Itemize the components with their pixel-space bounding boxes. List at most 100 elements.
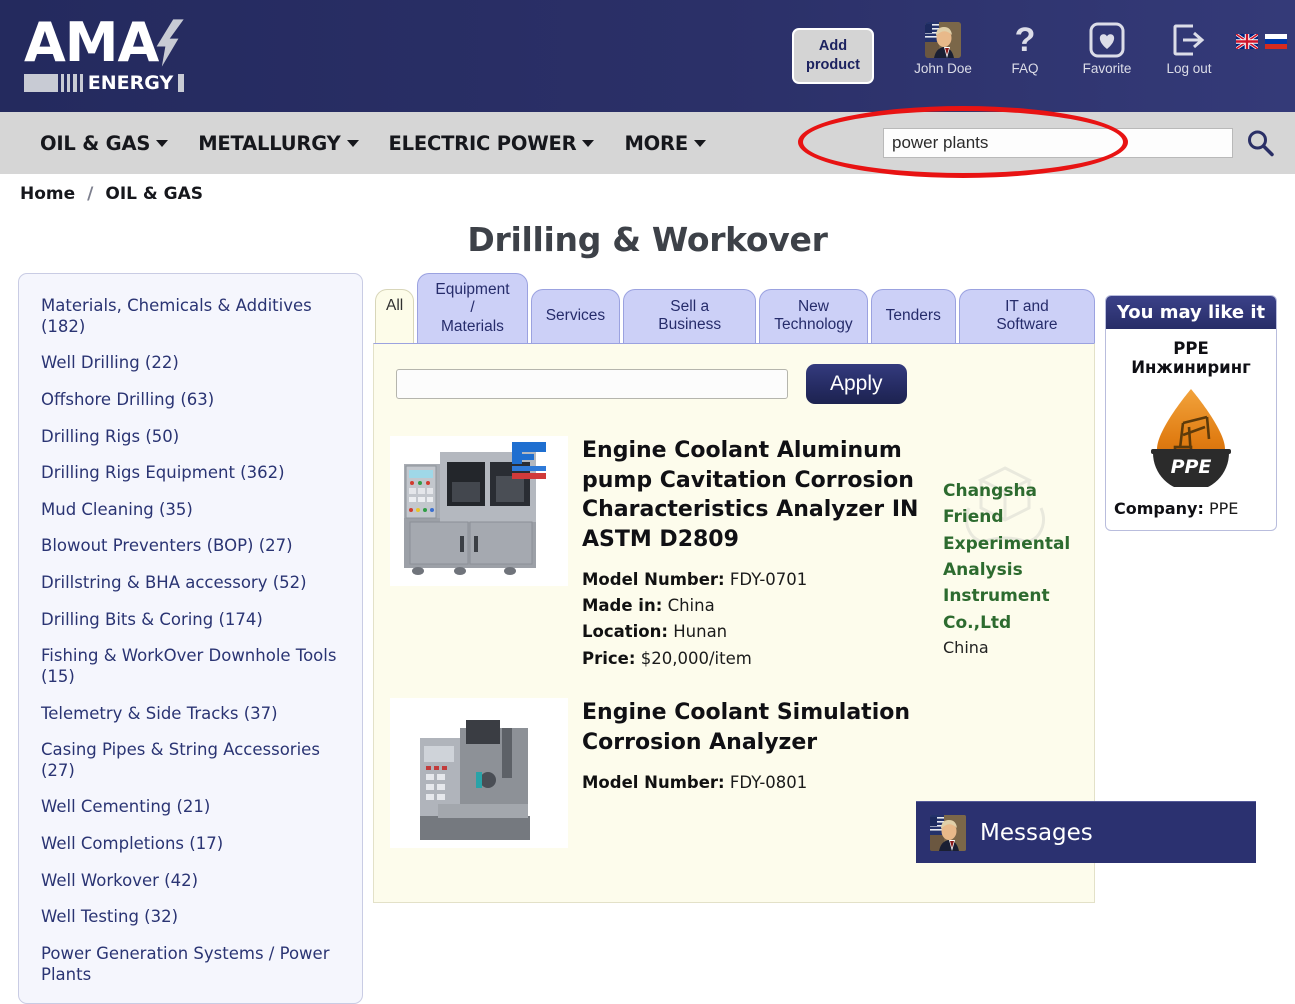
nav-items: OIL & GAS METALLURGY ELECTRIC POWER MORE: [40, 132, 706, 155]
search-area: [883, 128, 1275, 158]
nav-item-electric-power[interactable]: ELECTRIC POWER: [389, 132, 595, 155]
tab-sell-a-business[interactable]: Sell a Business: [623, 288, 757, 343]
product-attr-label: Made in:: [582, 595, 663, 615]
logo-energy-row: ENERGY: [24, 72, 184, 94]
sidebar-item-14[interactable]: Well Workover (42): [19, 863, 362, 900]
messages-popup[interactable]: Messages: [916, 801, 1256, 863]
product-title[interactable]: Engine Coolant Simulation Corrosion Anal…: [582, 698, 933, 757]
you-may-like-title: You may like it: [1106, 296, 1276, 329]
tab-new-technology[interactable]: New Technology: [759, 288, 868, 343]
site-logo[interactable]: AMA ENERGY: [24, 11, 184, 94]
uk-flag-icon[interactable]: [1236, 34, 1258, 49]
product-attr-row: Model Number: FDY-0801: [582, 770, 933, 796]
header-item-logout[interactable]: Log out: [1148, 22, 1230, 76]
product-attributes: Model Number: FDY-0701 Made in: China Loca…: [582, 567, 933, 673]
header-actions: Add product John Doe ? FAQ Favorite Log …: [792, 22, 1287, 84]
product-attr-value: FDY-0801: [729, 772, 808, 792]
nav-item-more[interactable]: MORE: [624, 132, 706, 155]
question-mark-icon: ?: [1014, 21, 1036, 59]
chevron-down-icon: [694, 139, 706, 147]
product-attr-row: Made in: China: [582, 593, 933, 619]
tab-services[interactable]: Services: [530, 288, 621, 343]
user-avatar: [925, 22, 961, 58]
company-value: PPE: [1208, 499, 1239, 518]
sidebar-item-13[interactable]: Well Completions (17): [19, 826, 362, 863]
product-attr-row: Model Number: FDY-0701: [582, 567, 933, 593]
page-body: Materials, Chemicals & Additives (182) We…: [0, 273, 1295, 1004]
product-attr-label: Price:: [582, 648, 636, 668]
header-item-user[interactable]: John Doe: [902, 22, 984, 76]
sidebar-item-6[interactable]: Blowout Preventers (BOP) (27): [19, 528, 362, 565]
header-item-faq[interactable]: ? FAQ: [984, 22, 1066, 76]
header-item-logout-label: Log out: [1166, 61, 1212, 76]
tab-tenders[interactable]: Tenders: [870, 288, 956, 343]
sidebar-item-10[interactable]: Telemetry & Side Tracks (37): [19, 696, 362, 733]
russia-flag-icon[interactable]: [1265, 34, 1287, 49]
breadcrumb-current[interactable]: OIL & GAS: [105, 184, 203, 204]
product-attr-value: China: [667, 595, 715, 615]
nav-item-metallurgy[interactable]: METALLURGY: [198, 131, 359, 155]
product-title[interactable]: Engine Coolant Aluminum pump Cavitation …: [582, 436, 933, 555]
sidebar-item-1[interactable]: Well Drilling (22): [19, 345, 362, 382]
sidebar-item-12[interactable]: Well Cementing (21): [19, 789, 362, 826]
ppe-logo-icon[interactable]: PPE: [1139, 383, 1243, 487]
chevron-down-icon: [582, 139, 595, 147]
product-attr-label: Model Number:: [582, 772, 725, 792]
sidebar-item-11[interactable]: Casing Pipes & String Accessories (27): [19, 732, 362, 789]
product-attributes: Model Number: FDY-0801: [582, 770, 933, 796]
product-attr-value: FDY-0701: [729, 569, 808, 589]
product-seller-country: China: [943, 637, 989, 657]
logo-sub-text: ENERGY: [87, 72, 174, 94]
messages-label: Messages: [980, 819, 1093, 846]
recommended-company-name[interactable]: PPE Инжиниринг: [1114, 339, 1268, 377]
product-seller-name[interactable]: Changsha Friend Experimental Analysis In…: [943, 478, 1078, 636]
product-attr-row: Location: Hunan: [582, 619, 933, 645]
logout-arrow-icon: [1173, 24, 1205, 56]
nav-item-oil-gas[interactable]: OIL & GAS: [40, 131, 169, 155]
header-item-favorite[interactable]: Favorite: [1066, 22, 1148, 76]
product-attr-value: Hunan: [673, 622, 728, 642]
product-seller: Changsha Friend Experimental Analysis In…: [943, 436, 1078, 672]
filter-row: Apply: [388, 363, 1080, 404]
page-title: Drilling & Workover: [467, 220, 828, 259]
header-item-faq-label: FAQ: [1011, 61, 1039, 76]
tab-equipment-materials[interactable]: Equipment / Materials: [417, 273, 528, 343]
sidebar-item-15[interactable]: Well Testing (32): [19, 899, 362, 936]
product-attr-label: Location:: [582, 622, 668, 642]
logo-main-text: AMA: [24, 11, 159, 74]
apply-button[interactable]: Apply: [806, 363, 907, 404]
product-image[interactable]: [390, 435, 568, 586]
product-attr-value: $20,000/item: [640, 648, 752, 668]
header-item-favorite-label: Favorite: [1082, 61, 1132, 76]
sidebar-item-0[interactable]: Materials, Chemicals & Additives (182): [19, 288, 362, 345]
product-attr-label: Model Number:: [582, 569, 725, 589]
chevron-down-icon: [346, 139, 359, 147]
sidebar-item-9[interactable]: Fishing & WorkOver Downhole Tools (15): [19, 638, 362, 695]
tab-all[interactable]: All: [375, 288, 415, 343]
nav-item-oil-gas-label: OIL & GAS: [40, 131, 151, 155]
filter-input[interactable]: [396, 368, 788, 399]
ppe-logo-text: PPE: [1171, 456, 1212, 478]
sidebar-item-5[interactable]: Mud Cleaning (35): [19, 492, 362, 529]
product-image[interactable]: [390, 698, 568, 849]
sidebar-item-2[interactable]: Offshore Drilling (63): [19, 382, 362, 419]
header-item-user-label: John Doe: [914, 61, 972, 76]
add-product-button[interactable]: Add product: [792, 28, 874, 84]
sidebar-item-16[interactable]: Power Generation Systems / Power Plants: [19, 936, 362, 993]
breadcrumb-separator: /: [87, 184, 94, 204]
chevron-down-icon: [156, 139, 169, 147]
search-input[interactable]: [883, 128, 1233, 158]
heart-icon: [1089, 22, 1125, 58]
nav-item-electric-power-label: ELECTRIC POWER: [388, 131, 577, 155]
product-card: Engine Coolant Aluminum pump Cavitation …: [388, 426, 1080, 688]
sidebar-item-8[interactable]: Drilling Bits & Coring (174): [19, 602, 362, 639]
lightning-bolt-icon: [156, 19, 184, 67]
nav-item-metallurgy-label: METALLURGY: [198, 131, 341, 155]
tab-it-and-software[interactable]: IT and Software: [958, 288, 1095, 343]
search-icon[interactable]: [1245, 128, 1275, 158]
sidebar-item-7[interactable]: Drillstring & BHA accessory (52): [19, 565, 362, 602]
sidebar-item-4[interactable]: Drilling Rigs Equipment (362): [19, 455, 362, 492]
recommended-company-row: Company: PPE: [1114, 499, 1268, 518]
breadcrumb-home[interactable]: Home: [20, 184, 75, 204]
sidebar-item-3[interactable]: Drilling Rigs (50): [19, 419, 362, 456]
